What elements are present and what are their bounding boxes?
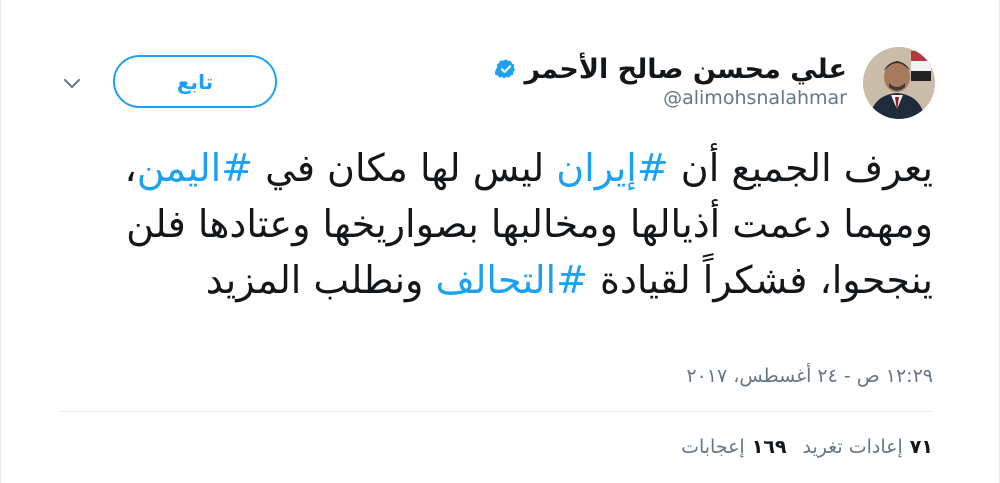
tweet-card: علي محسن صالح الأحمر @alimohsnalahmar تا… — [0, 0, 1000, 483]
retweet-count-number: ٧١ — [909, 436, 933, 458]
retweet-count[interactable]: ٧١ إعادات تغريد — [803, 436, 933, 458]
user-handle[interactable]: @alimohsnalahmar — [663, 87, 847, 109]
chevron-down-icon[interactable] — [61, 72, 83, 94]
avatar[interactable] — [863, 47, 935, 119]
hashtag-link[interactable]: #اليمن — [137, 146, 253, 190]
tweet-text: يعرف الجميع أن #إيران ليس لها مكان في #ا… — [53, 140, 933, 308]
user-name-row: علي محسن صالح الأحمر — [494, 52, 847, 86]
tweet-timestamp[interactable]: ١٢:٢٩ ص - ٢٤ أغسطس، ٢٠١٧ — [686, 365, 933, 387]
like-count-number: ١٦٩ — [751, 436, 787, 458]
tweet-text-segment: ونطلب المزيد — [205, 258, 436, 302]
tweet-text-segment: يعرف الجميع أن — [668, 146, 933, 190]
avatar-image — [863, 47, 935, 119]
verified-badge-icon — [494, 59, 515, 79]
tweet-stats: ٧١ إعادات تغريد ١٦٩ إعجابات — [665, 432, 933, 462]
hashtag-link[interactable]: #التحالف — [435, 258, 587, 302]
like-count-label: إعجابات — [681, 436, 745, 458]
like-count[interactable]: ١٦٩ إعجابات — [681, 436, 786, 458]
divider — [59, 411, 933, 412]
tweet-text-segment: ليس لها مكان في — [253, 146, 557, 190]
hashtag-link[interactable]: #إيران — [556, 146, 668, 190]
retweet-count-label: إعادات تغريد — [802, 436, 903, 458]
user-display-name[interactable]: علي محسن صالح الأحمر — [525, 54, 847, 85]
follow-button[interactable]: تابع — [113, 55, 277, 108]
